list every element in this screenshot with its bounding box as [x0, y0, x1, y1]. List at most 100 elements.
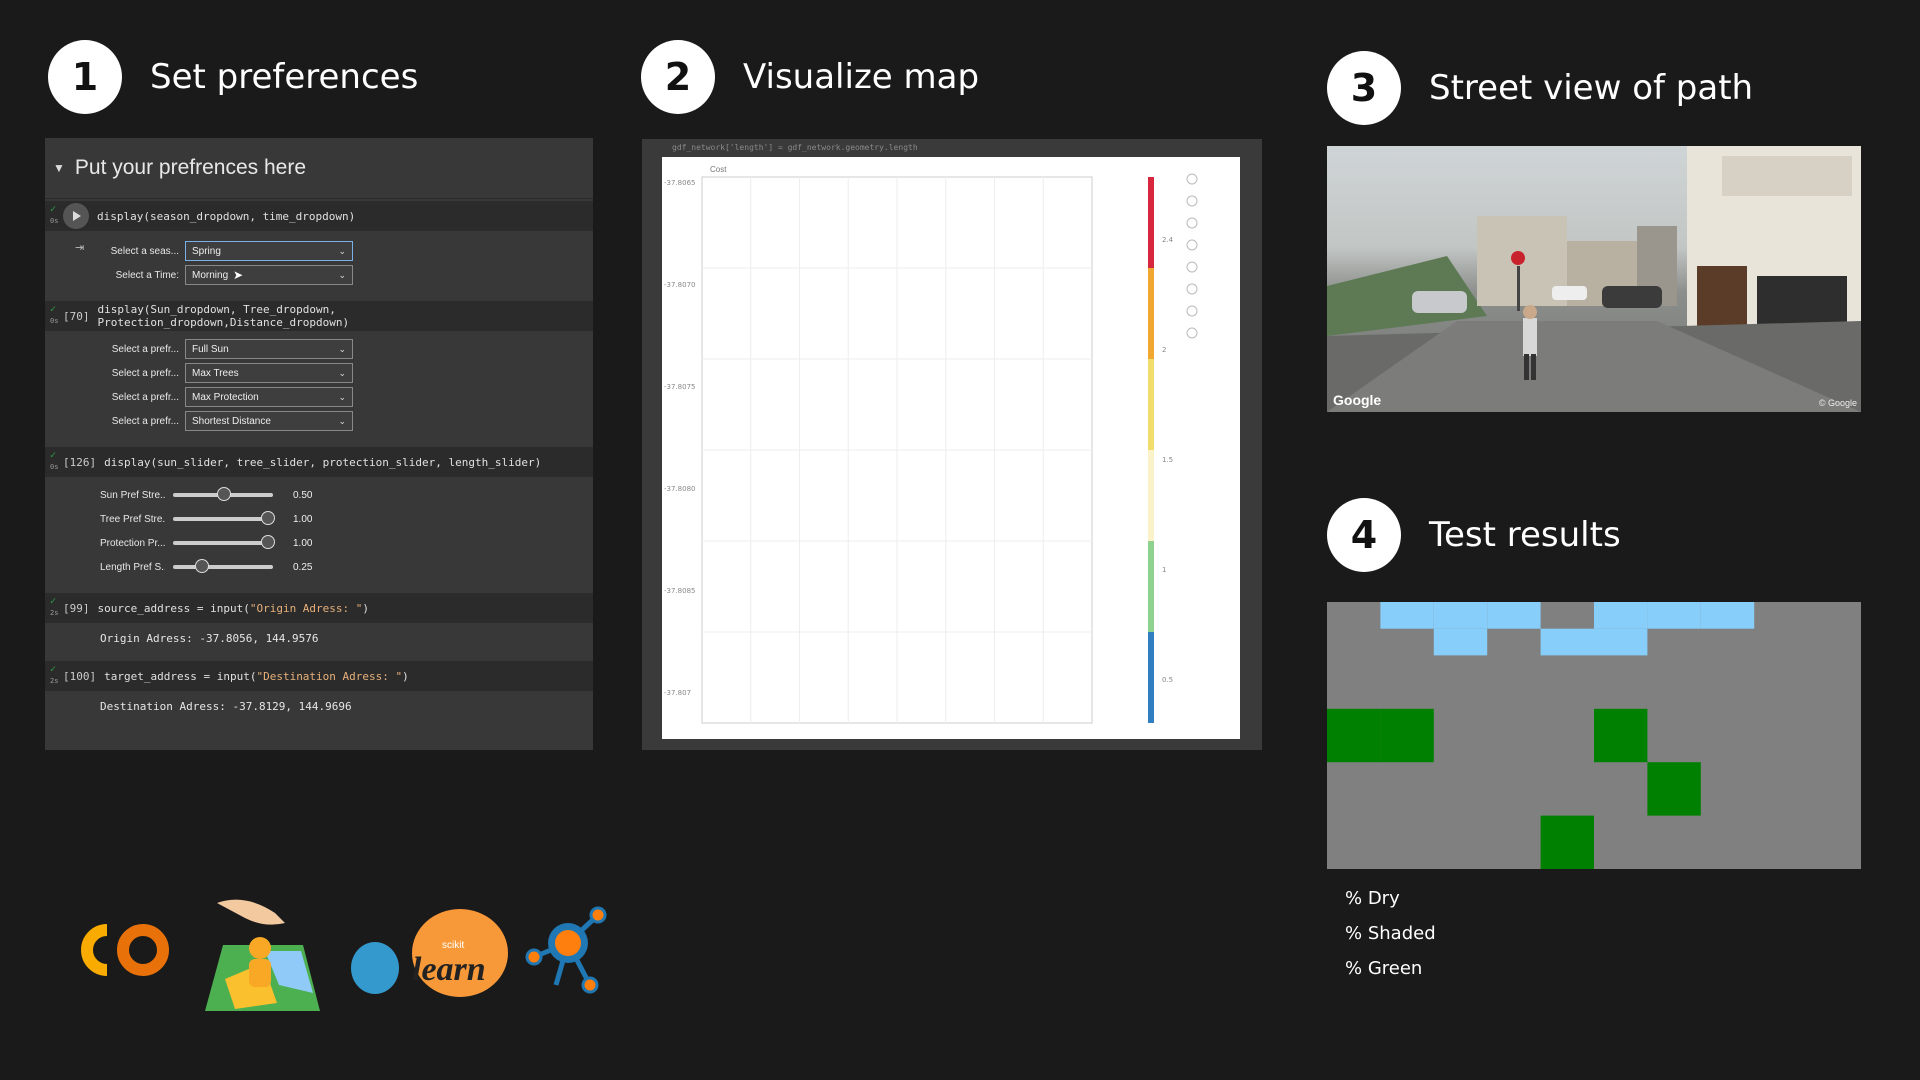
grid-cell	[1594, 602, 1648, 629]
cell-code: display(season_dropdown, time_dropdown)	[97, 209, 356, 223]
grid-cell	[1647, 762, 1701, 816]
slider-handle[interactable]	[261, 535, 275, 549]
networkx-logo	[525, 906, 607, 994]
cell-output: Sun Pref Stre... 0.50 Tree Pref Stre... …	[45, 477, 593, 585]
map-tool-icon	[1186, 195, 1198, 207]
map-code-line: gdf_network['length'] = gdf_network.geom…	[672, 143, 918, 152]
colorbar-segment	[1148, 268, 1154, 359]
distance-dropdown[interactable]: Shortest Distance ⌄	[185, 411, 353, 431]
cell-code: display(Sun_dropdown, Tree_dropdown, Pro…	[97, 303, 350, 329]
output-icon: ⇥	[75, 242, 85, 254]
dropdown-row: Select a prefr... Max Trees ⌄	[45, 361, 593, 385]
map-tool-icon	[1186, 239, 1198, 251]
slider-value: 1.00	[293, 537, 313, 549]
slider-row: Tree Pref Stre... 1.00	[45, 507, 593, 531]
chevron-down-icon: ⌄	[338, 415, 346, 426]
colorbar-segment	[1148, 177, 1154, 268]
dropdown-label: Select a prefr...	[111, 367, 179, 379]
slider-row: Length Pref S... 0.25	[45, 555, 593, 579]
chevron-down-icon: ⌄	[338, 269, 346, 280]
grid-cell	[1540, 815, 1594, 869]
map-tool-icon	[1186, 217, 1198, 229]
step-number: 1	[48, 40, 122, 114]
map-tool-icon	[1186, 283, 1198, 295]
step-title: Street view of path	[1429, 68, 1754, 108]
cell-execution-count: [126]	[63, 455, 97, 469]
cell-output: Select a prefr... Full Sun ⌄ Select a pre…	[45, 331, 593, 439]
chevron-down-icon: ⌄	[338, 367, 346, 378]
map-tool-icon	[1186, 305, 1198, 317]
map-plot: -37.8065 -37.8070 -37.8075 -37.8080 -37.8085…	[664, 173, 1198, 724]
colorbar-segment	[1148, 541, 1154, 632]
legend-dry: % Dry	[1345, 888, 1400, 909]
grid-cell	[1540, 628, 1594, 656]
code-cell[interactable]: ✓ 2s [100] target_address = input("Destin…	[45, 661, 593, 691]
scikit-learn-logo: scikit learn	[351, 909, 508, 997]
slider-handle[interactable]	[217, 487, 231, 501]
step-3-header: 3 Street view of path	[1327, 51, 1753, 125]
colorbar-tick: 1.5	[1162, 456, 1173, 464]
cell-execution-count: [70]	[62, 309, 90, 323]
code-cell[interactable]: ✓ 2s [99] source_address = input("Origin …	[45, 593, 593, 623]
map-y-tick: -37.8085	[664, 587, 695, 595]
code-cell[interactable]: ✓ 0s [126] display(sun_slider, tree_slide…	[45, 447, 593, 477]
step-title: Visualize map	[743, 57, 980, 97]
tree-slider[interactable]	[173, 511, 275, 525]
dropdown-row: Select a seas... Spring ⌄	[45, 239, 593, 263]
colorbar-tick: 0.5	[1162, 676, 1173, 684]
grid-cell	[1380, 602, 1434, 629]
step-title: Test results	[1429, 515, 1621, 555]
code-cell[interactable]: ✓ 0s [70] display(Sun_dropdown, Tree_drop…	[45, 301, 593, 331]
street-view-image[interactable]: Google © Google	[1327, 146, 1861, 412]
colorbar-segment	[1148, 632, 1154, 723]
sun-slider[interactable]	[173, 487, 273, 501]
caret-down-icon[interactable]: ▼	[53, 161, 65, 175]
check-icon: ✓	[50, 596, 57, 607]
slider-label: Sun Pref Stre...	[100, 489, 165, 501]
time-dropdown[interactable]: Morning ⌄	[185, 265, 353, 285]
slider-value: 0.50	[293, 489, 313, 501]
dropdown-row: Select a prefr... Shortest Distance ⌄	[45, 409, 593, 433]
map-y-tick: -37.8065	[664, 179, 695, 187]
cell-execution-count: [99]	[63, 601, 90, 615]
map-legend-title: Cost	[710, 165, 727, 174]
section-title: Put your prefrences here	[74, 156, 307, 179]
maps-pin-logo	[205, 899, 320, 1011]
tree-dropdown[interactable]: Max Trees ⌄	[185, 363, 353, 383]
colorbar-segment	[1148, 359, 1154, 450]
run-cell-button[interactable]	[63, 203, 89, 229]
step-2-header: 2 Visualize map	[641, 40, 979, 114]
check-icon: ✓	[50, 664, 57, 675]
street-scene	[1327, 146, 1861, 412]
grid-cell	[1594, 628, 1648, 656]
sun-dropdown[interactable]: Full Sun ⌄	[185, 339, 353, 359]
notebook-section-header[interactable]: ▼ Put your prefrences here	[45, 138, 593, 199]
slider-handle[interactable]	[261, 511, 275, 525]
protection-slider[interactable]	[173, 535, 275, 549]
colorbar-segment	[1148, 450, 1154, 541]
length-slider[interactable]	[173, 559, 273, 573]
origin-output: Origin Adress: -37.8056, 144.9576	[100, 631, 319, 645]
map-canvas[interactable]: -37.8065 -37.8070 -37.8075 -37.8080 -37.8085…	[662, 157, 1240, 739]
grid-cell	[1380, 708, 1434, 763]
dropdown-label: Select a prefr...	[111, 415, 179, 427]
step-1-header: 1 Set preferences	[48, 40, 418, 114]
protection-dropdown[interactable]: Max Protection ⌄	[185, 387, 353, 407]
play-icon	[73, 211, 81, 221]
grid-cell	[1327, 708, 1381, 763]
colab-logo	[81, 924, 169, 976]
grid-cell	[1647, 602, 1701, 629]
slider-row: Sun Pref Stre... 0.50	[45, 483, 593, 507]
chevron-down-icon: ⌄	[338, 245, 346, 256]
map-y-tick: -37.8080	[664, 485, 695, 493]
code-cell[interactable]: ✓ 0s display(season_dropdown, time_dropdo…	[45, 201, 593, 231]
chevron-down-icon: ⌄	[338, 343, 346, 354]
mouse-cursor-icon: ➤	[233, 268, 244, 282]
grid-cell	[1594, 708, 1648, 763]
check-icon: ✓	[50, 304, 57, 315]
slider-handle[interactable]	[195, 559, 209, 573]
season-dropdown[interactable]: Spring ⌄	[185, 241, 353, 261]
svg-text:learn: learn	[412, 951, 486, 988]
colorbar-tick: 2	[1162, 346, 1166, 354]
grid-cell	[1433, 602, 1488, 629]
